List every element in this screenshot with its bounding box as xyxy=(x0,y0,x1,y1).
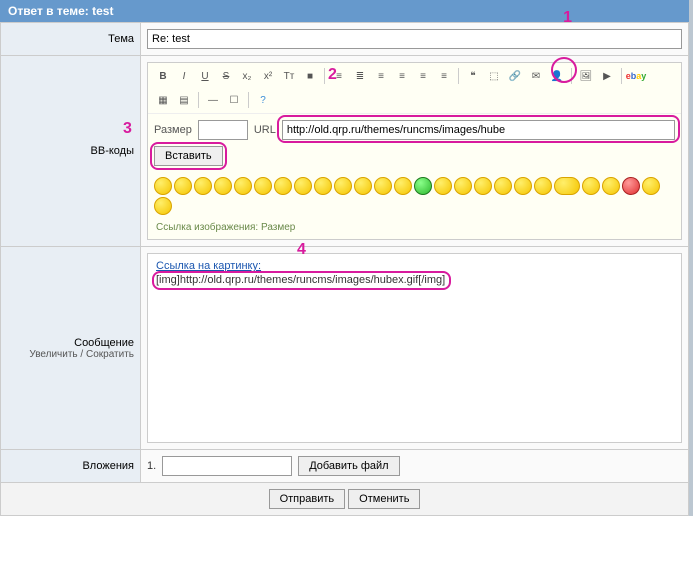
size-input[interactable] xyxy=(198,120,248,140)
smile-5-icon[interactable] xyxy=(234,177,252,195)
flag-icon[interactable]: ▤ xyxy=(175,91,193,109)
cancel-button[interactable] xyxy=(348,489,420,509)
message-resize[interactable]: Увеличить / Сократить xyxy=(7,349,134,360)
smile-20-icon[interactable] xyxy=(534,177,552,195)
italic-icon[interactable]: I xyxy=(175,67,193,85)
smile-24-icon[interactable] xyxy=(622,177,640,195)
attach-label: Вложения xyxy=(82,460,134,472)
bbcodes-label: BB-коды xyxy=(91,145,134,157)
smile-26-icon[interactable] xyxy=(154,197,172,215)
color-icon[interactable]: ■ xyxy=(301,67,319,85)
smile-10-icon[interactable] xyxy=(334,177,352,195)
align-justify-icon[interactable]: ≡ xyxy=(435,67,453,85)
smile-23-icon[interactable] xyxy=(602,177,620,195)
smile-9-icon[interactable] xyxy=(314,177,332,195)
user-icon[interactable]: 👤 xyxy=(548,67,566,85)
smile-25-icon[interactable] xyxy=(642,177,660,195)
bold-icon[interactable]: B xyxy=(154,67,172,85)
image-icon[interactable]: 🖼 xyxy=(577,67,595,85)
smile-14-icon[interactable] xyxy=(414,177,432,195)
list-ul-icon[interactable]: ≡ xyxy=(330,67,348,85)
insert-button[interactable] xyxy=(154,146,223,166)
smile-11-icon[interactable] xyxy=(354,177,372,195)
smile-19-icon[interactable] xyxy=(514,177,532,195)
smile-2-icon[interactable] xyxy=(174,177,192,195)
topic-label: Тема xyxy=(108,33,134,45)
box-icon[interactable]: ☐ xyxy=(225,91,243,109)
url-input[interactable] xyxy=(282,120,675,140)
ebay-icon[interactable]: ebay xyxy=(627,67,645,85)
strike-icon[interactable]: S xyxy=(217,67,235,85)
smile-13-icon[interactable] xyxy=(394,177,412,195)
table-icon[interactable]: ▦ xyxy=(154,91,172,109)
smile-7-icon[interactable] xyxy=(274,177,292,195)
smile-18-icon[interactable] xyxy=(494,177,512,195)
smile-16-icon[interactable] xyxy=(454,177,472,195)
attach-file-input[interactable] xyxy=(162,456,292,476)
smile-21-icon[interactable] xyxy=(554,177,580,195)
message-label: Сообщение xyxy=(7,337,134,349)
smilies-row xyxy=(148,172,681,218)
message-link-label: Ссылка на картинку: xyxy=(156,260,261,272)
smile-12-icon[interactable] xyxy=(374,177,392,195)
page-header: Ответ в теме: test xyxy=(0,0,689,22)
smile-17-icon[interactable] xyxy=(474,177,492,195)
add-file-button[interactable] xyxy=(298,456,399,476)
topic-input[interactable] xyxy=(147,29,682,49)
smile-3-icon[interactable] xyxy=(194,177,212,195)
quote-icon[interactable]: ❝ xyxy=(464,67,482,85)
smile-4-icon[interactable] xyxy=(214,177,232,195)
smile-6-icon[interactable] xyxy=(254,177,272,195)
smile-8-icon[interactable] xyxy=(294,177,312,195)
link-icon[interactable]: 🔗 xyxy=(506,67,524,85)
help-icon[interactable]: ? xyxy=(254,91,272,109)
list-ol-icon[interactable]: ≣ xyxy=(351,67,369,85)
hr-icon[interactable]: — xyxy=(204,91,222,109)
underline-icon[interactable]: U xyxy=(196,67,214,85)
attach-index: 1. xyxy=(147,460,156,472)
code-icon[interactable]: ⬚ xyxy=(485,67,503,85)
submit-button[interactable] xyxy=(269,489,346,509)
email-icon[interactable]: ✉ xyxy=(527,67,545,85)
swf-icon[interactable]: ▶ xyxy=(598,67,616,85)
align-center-icon[interactable]: ≡ xyxy=(393,67,411,85)
message-area[interactable]: Ссылка на картинку: [img]http://old.qrp.… xyxy=(147,253,682,443)
sup-icon[interactable]: x² xyxy=(259,67,277,85)
smile-1-icon[interactable] xyxy=(154,177,172,195)
smile-15-icon[interactable] xyxy=(434,177,452,195)
url-label: URL xyxy=(254,124,276,136)
size-label: Размер xyxy=(154,124,192,136)
editor-toolbar: B I U S x₂ x² Tт ■ ≡ ≣ xyxy=(148,63,681,114)
align-left-icon[interactable]: ≡ xyxy=(372,67,390,85)
sub-icon[interactable]: x₂ xyxy=(238,67,256,85)
fontsize-icon[interactable]: Tт xyxy=(280,67,298,85)
editor-hint: Ссылка изображения: Размер xyxy=(148,218,681,239)
smile-22-icon[interactable] xyxy=(582,177,600,195)
message-content: [img]http://old.qrp.ru/themes/runcms/ima… xyxy=(156,274,445,286)
align-right-icon[interactable]: ≡ xyxy=(414,67,432,85)
